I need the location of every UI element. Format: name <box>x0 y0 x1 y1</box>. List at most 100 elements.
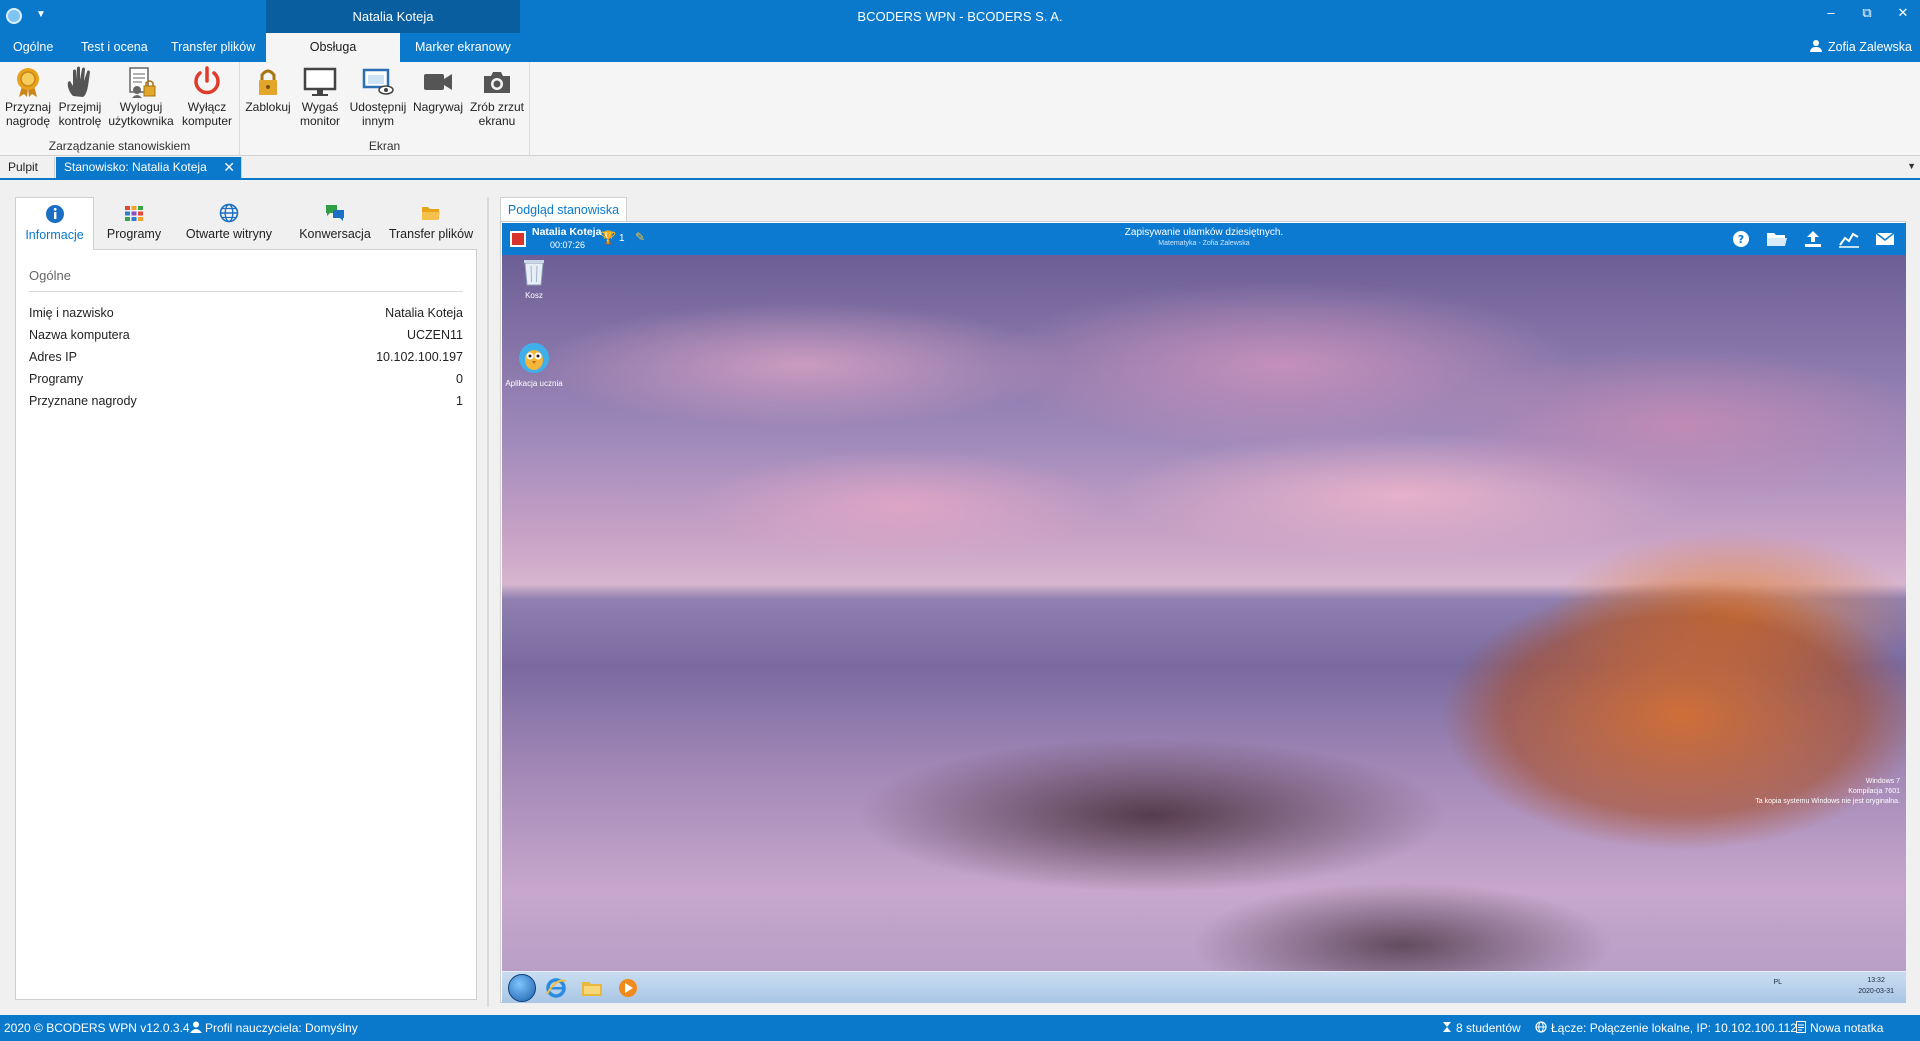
status-profile[interactable]: Profil nauczyciela: Domyślny <box>190 1015 358 1041</box>
tab-informacje[interactable]: Informacje <box>15 197 94 250</box>
info-value: 0 <box>456 372 463 386</box>
power-icon <box>190 66 224 98</box>
globe-icon <box>219 203 239 223</box>
camera-icon <box>480 66 514 98</box>
tabs-dropdown-icon[interactable]: ▼ <box>1907 161 1916 171</box>
info-value: Natalia Koteja <box>385 306 463 320</box>
close-button[interactable]: ✕ <box>1888 0 1918 28</box>
award-icon <box>11 66 45 98</box>
status-connection-label: Łącze: Połączenie lokalne, IP: 10.102.10… <box>1551 1021 1797 1035</box>
shutdown-label: Wyłącz komputer <box>181 100 233 128</box>
status-connection[interactable]: Łącze: Połączenie lokalne, IP: 10.102.10… <box>1535 1015 1797 1041</box>
minimize-button[interactable]: – <box>1816 0 1846 28</box>
group-name-ekran: Ekran <box>368 139 401 153</box>
share-screen-icon <box>361 66 395 98</box>
title-bar: ▼ Natalia Koteja BCODERS WPN - BCODERS S… <box>0 0 1920 62</box>
tab-programy-label: Programy <box>106 227 162 241</box>
status-new-note[interactable]: Nowa notatka <box>1796 1015 1883 1041</box>
tray-clock: 13:32 2020-03-31 <box>1858 975 1894 997</box>
station-preview[interactable]: Natalia Koteja 00:07:26 🏆 1 ✎ Zapisywani… <box>500 221 1906 1003</box>
group-zarzadzanie-stanowiskiem: Przyznaj nagrodę Przejmij kontrolę Wylog… <box>0 62 240 156</box>
info-value: UCZEN11 <box>406 328 463 342</box>
desktop-wallpaper <box>502 255 1906 1003</box>
info-content: Ogólne Imię i nazwisko Natalia Koteja Na… <box>15 249 477 1000</box>
record-button[interactable]: Nagrywaj <box>410 66 466 114</box>
svg-text:?: ? <box>1738 233 1744 246</box>
current-user[interactable]: Zofia Zalewska <box>1809 33 1912 62</box>
app-icon[interactable] <box>6 8 22 24</box>
windows-start-icon <box>508 974 536 1002</box>
desktop-icon-recycle-bin[interactable]: Kosz <box>504 257 564 300</box>
tab-ogolne[interactable]: Ogólne <box>0 33 66 62</box>
doc-tab-stanowisko-label: Stanowisko: Natalia Koteja <box>64 160 207 174</box>
blank-monitor-button[interactable]: Wygaś monitor <box>296 66 344 128</box>
user-icon <box>1809 40 1822 52</box>
info-row: Nazwa komputera UCZEN11 <box>29 328 463 350</box>
chart-icon <box>1838 229 1860 249</box>
record-label: Nagrywaj <box>412 100 463 114</box>
media-player-icon <box>616 976 640 1000</box>
student-app-bar: Natalia Koteja 00:07:26 🏆 1 ✎ Zapisywani… <box>502 223 1906 255</box>
close-tab-icon[interactable]: ✕ <box>223 157 235 178</box>
tab-test-i-ocena[interactable]: Test i ocena <box>68 33 161 62</box>
section-title-ogolne: Ogólne <box>29 268 71 283</box>
tab-transfer-plikow[interactable]: Transfer plików <box>158 33 268 62</box>
award-button[interactable]: Przyznaj nagrodę <box>2 66 54 128</box>
upload-icon <box>1802 229 1824 249</box>
lock-label: Zablokuj <box>245 100 291 114</box>
chat-icon <box>325 203 345 223</box>
shutdown-button[interactable]: Wyłącz komputer <box>178 66 236 128</box>
tab-programy[interactable]: Programy <box>95 197 173 249</box>
user-name: Zofia Zalewska <box>1827 40 1912 54</box>
doc-tab-stanowisko[interactable]: Stanowisko: Natalia Koteja ✕ <box>56 157 242 178</box>
restore-button[interactable]: ⧉ <box>1852 0 1882 28</box>
note-small-icon <box>1796 1021 1806 1033</box>
hourglass-icon <box>1443 1022 1451 1032</box>
desktop-icon-student-app[interactable]: Aplikacja ucznia <box>504 341 564 388</box>
info-row: Programy 0 <box>29 372 463 394</box>
tray-language: PL <box>1773 979 1782 986</box>
ribbon-tabs: Ogólne Test i ocena Transfer plików Obsł… <box>0 33 1920 83</box>
tab-otwarte-witryny[interactable]: Otwarte witryny <box>173 197 285 249</box>
quick-access-dropdown-icon[interactable]: ▼ <box>36 9 46 20</box>
lock-button[interactable]: Zablokuj <box>244 66 292 114</box>
station-details-panel: Informacje Programy Otwarte witryny Konw… <box>15 197 477 1000</box>
info-row: Adres IP 10.102.100.197 <box>29 350 463 372</box>
screenshot-button[interactable]: Zrób zrzut ekranu <box>468 66 526 128</box>
context-title: Natalia Koteja <box>352 9 434 24</box>
info-key: Nazwa komputera <box>29 328 130 342</box>
document-tabs: Pulpit Stanowisko: Natalia Koteja ✕ ▼ <box>0 157 1920 180</box>
lesson-subtitle: Matematyka - Zofia Zalewska <box>1158 240 1250 247</box>
tab-marker-ekranowy[interactable]: Marker ekranowy <box>402 33 524 62</box>
info-value: 10.102.100.197 <box>376 350 463 364</box>
info-key: Programy <box>29 372 84 386</box>
logout-user-button[interactable]: Wyloguj użytkownika <box>106 66 176 128</box>
logout-user-icon <box>124 66 158 98</box>
take-control-button[interactable]: Przejmij kontrolę <box>54 66 106 128</box>
tab-konwersacja[interactable]: Konwersacja <box>285 197 385 249</box>
video-camera-icon <box>421 66 455 98</box>
remote-screen[interactable]: Natalia Koteja 00:07:26 🏆 1 ✎ Zapisywani… <box>502 223 1906 1003</box>
award-label: Przyznaj nagrodę <box>4 100 51 128</box>
watermark-line: Kompilacja 7601 <box>1848 788 1900 795</box>
info-row: Imię i nazwisko Natalia Koteja <box>29 306 463 328</box>
status-profile-label: Profil nauczyciela: Domyślny <box>205 1021 358 1035</box>
programs-icon <box>124 203 144 223</box>
share-screen-button[interactable]: Udostępnij innym <box>346 66 410 128</box>
profile-icon <box>190 1021 202 1033</box>
folder-icon <box>421 203 441 223</box>
hand-icon <box>63 66 97 98</box>
info-row: Przyznane nagrody 1 <box>29 394 463 416</box>
status-students[interactable]: 8 studentów <box>1442 1015 1521 1041</box>
ie-icon <box>544 976 568 1000</box>
panel-splitter[interactable] <box>487 197 489 1007</box>
mail-icon <box>1874 229 1896 249</box>
tab-informacje-label: Informacje <box>25 228 84 242</box>
share-screen-label: Udostępnij innym <box>349 100 407 128</box>
monitor-icon <box>303 66 337 98</box>
tab-podglad-stanowiska[interactable]: Podgląd stanowiska <box>500 197 627 222</box>
tab-transfer-plikow-left[interactable]: Transfer plików <box>385 197 477 249</box>
doc-tab-pulpit[interactable]: Pulpit <box>0 157 55 178</box>
tray-date: 2020-03-31 <box>1858 988 1894 995</box>
tab-obsluga-stanowiska[interactable]: Obsługa stanowiska <box>266 33 400 83</box>
